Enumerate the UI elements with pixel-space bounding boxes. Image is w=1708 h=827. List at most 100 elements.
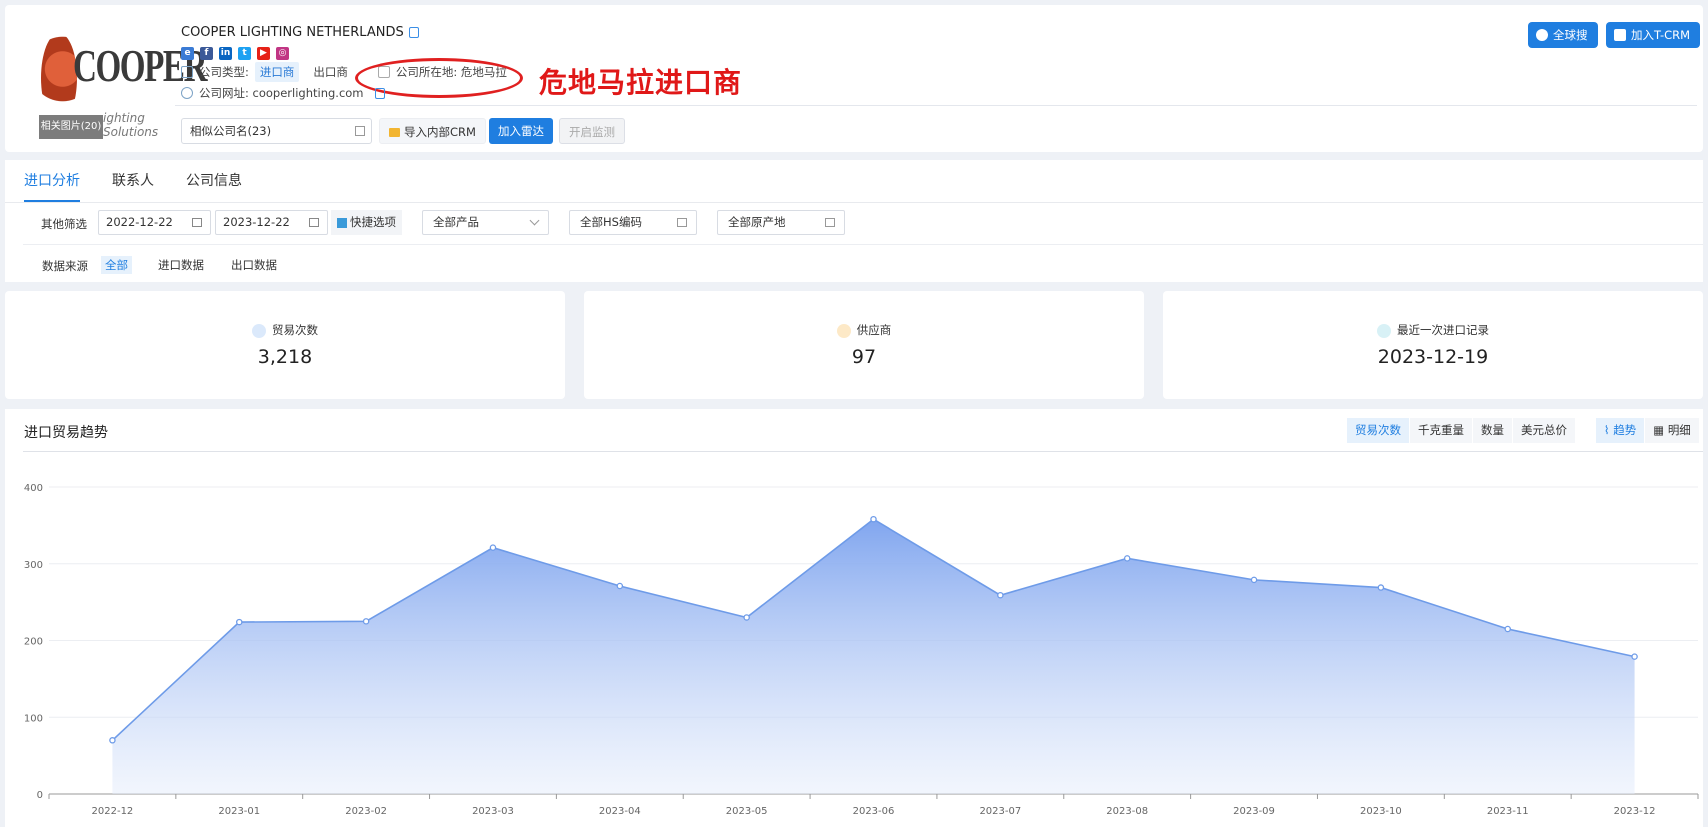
annotation-text: 危地马拉进口商 [539,66,743,99]
crm-icon [1614,29,1626,41]
source-import[interactable]: 进口数据 [154,256,208,274]
type-importer-tag: 进口商 [254,62,300,82]
calendar-icon [309,218,319,227]
series-area [112,519,1635,794]
origin-select[interactable]: 全部原产地 [717,210,845,235]
logo-subtext: ighting Solutions [103,111,159,139]
copy-icon[interactable] [408,27,419,38]
globe-icon [1536,29,1548,41]
globe-icon [181,87,193,99]
chevron-down-icon [529,215,540,226]
supplier-icon [836,323,851,338]
similar-companies-button[interactable]: 相似公司名(23) [181,118,372,144]
company-website-row: 公司网址: cooperlighting.com [181,85,385,101]
y-tick-label: 0 [37,790,43,801]
tab-contacts[interactable]: 联系人 [112,160,154,202]
copy-icon[interactable] [374,87,385,99]
x-tick-label: 2023-11 [1487,806,1529,817]
linkedin-icon[interactable]: in [219,47,232,60]
hs-code-select[interactable]: 全部HS编码 [569,210,697,235]
data-point [870,515,877,523]
data-point [1123,555,1131,562]
origin-select-value: 全部原产地 [728,215,786,229]
quick-options-label: 快捷选项 [350,215,396,229]
calendar-icon [192,218,202,227]
company-name: COOPER LIGHTING NETHERLANDS [181,25,404,40]
twitter-icon[interactable]: t [238,47,251,60]
stat-label: 供应商 [856,323,892,337]
trend-area-chart: 0 100 200 300 400 2022-12 2023-01 2023-02 2023-0… [24,483,1699,817]
x-tick-label: 2023-06 [853,806,895,817]
company-logo[interactable]: COOPER ighting Solutions 相关图片(20) [37,19,207,139]
x-tick-label: 2023-08 [1106,806,1148,817]
stat-value: 97 [851,346,877,368]
logo-swirl-icon [41,33,77,123]
stat-trade-count: 贸易次数 3,218 [5,291,565,399]
similar-companies-label: 相似公司名(23) [190,124,272,138]
date-from-input[interactable]: 2022-12-22 [98,210,211,235]
data-point [1250,576,1258,584]
date-to-value: 2023-12-22 [223,215,290,229]
data-point [1631,653,1638,660]
import-crm-label: 导入内部CRM [404,125,476,139]
source-export[interactable]: 出口数据 [227,256,281,274]
x-tick-label: 2023-05 [726,806,768,817]
monitor-button[interactable]: 开启监测 [559,118,625,144]
select-list-icon [677,218,687,227]
global-search-label: 全球搜 [1553,28,1588,42]
data-point [489,544,497,551]
ie-icon[interactable]: e [181,47,194,60]
related-images-label[interactable]: 相关图片(20) [39,115,103,139]
data-point [109,737,116,744]
add-tcrm-label: 加入T-CRM [1631,28,1691,42]
folder-icon [389,128,400,137]
tab-import-analysis[interactable]: 进口分析 [24,160,80,202]
clock-icon [1377,323,1391,338]
y-tick-label: 100 [24,713,43,724]
x-tick-label: 2023-01 [218,806,260,817]
stat-value: 3,218 [257,346,313,368]
x-tick-label: 2023-09 [1233,806,1275,817]
product-select[interactable]: 全部产品 [422,210,549,235]
stat-value: 2023-12-19 [1377,346,1489,368]
source-all[interactable]: 全部 [101,256,132,274]
filter-divider [23,244,1703,245]
tab-bar: 进口分析 联系人 公司信息 [24,160,242,202]
company-website[interactable]: 公司网址: cooperlighting.com [199,85,364,101]
product-select-value: 全部产品 [433,215,479,229]
y-tick-label: 200 [24,637,43,648]
data-point [362,618,370,625]
filter-panel: 进口分析 联系人 公司信息 其他筛选 2022-12-22 2023-12-22… [5,160,1703,282]
select-list-icon [825,218,835,227]
instagram-icon[interactable]: ◎ [276,47,289,60]
facebook-icon[interactable]: f [200,47,213,60]
x-tick-label: 2022-12 [92,806,134,817]
data-source-label: 数据来源 [42,259,88,273]
add-radar-button[interactable]: 加入雷达 [489,118,553,144]
tab-divider [5,202,1703,203]
company-name-row: COOPER LIGHTING NETHERLANDS [181,25,419,40]
company-header: COOPER ighting Solutions 相关图片(20) COOPER… [5,5,1703,152]
import-crm-button[interactable]: 导入内部CRM [379,118,486,144]
data-point [616,582,624,590]
global-search-button[interactable]: 全球搜 [1528,22,1598,48]
stat-suppliers: 供应商 97 [584,291,1144,399]
y-tick-label: 300 [24,560,43,571]
tab-company-info[interactable]: 公司信息 [186,160,242,202]
data-point [236,618,243,626]
y-tick-label: 400 [24,483,43,494]
data-point [1377,584,1385,591]
data-point [997,591,1004,599]
quick-options-icon [337,217,347,228]
stat-label: 贸易次数 [272,323,318,337]
x-tick-label: 2023-03 [472,806,514,817]
other-filter-label: 其他筛选 [41,217,87,231]
youtube-icon[interactable]: ▶ [257,47,270,60]
add-tcrm-button[interactable]: 加入T-CRM [1606,22,1701,48]
date-to-input[interactable]: 2023-12-22 [215,210,328,235]
edit-icon [355,126,365,136]
header-divider [175,105,1697,106]
company-type-label: 公司类型: [199,65,249,79]
quick-options-button[interactable]: 快捷选项 [331,210,402,235]
x-tick-label: 2023-02 [345,806,387,817]
